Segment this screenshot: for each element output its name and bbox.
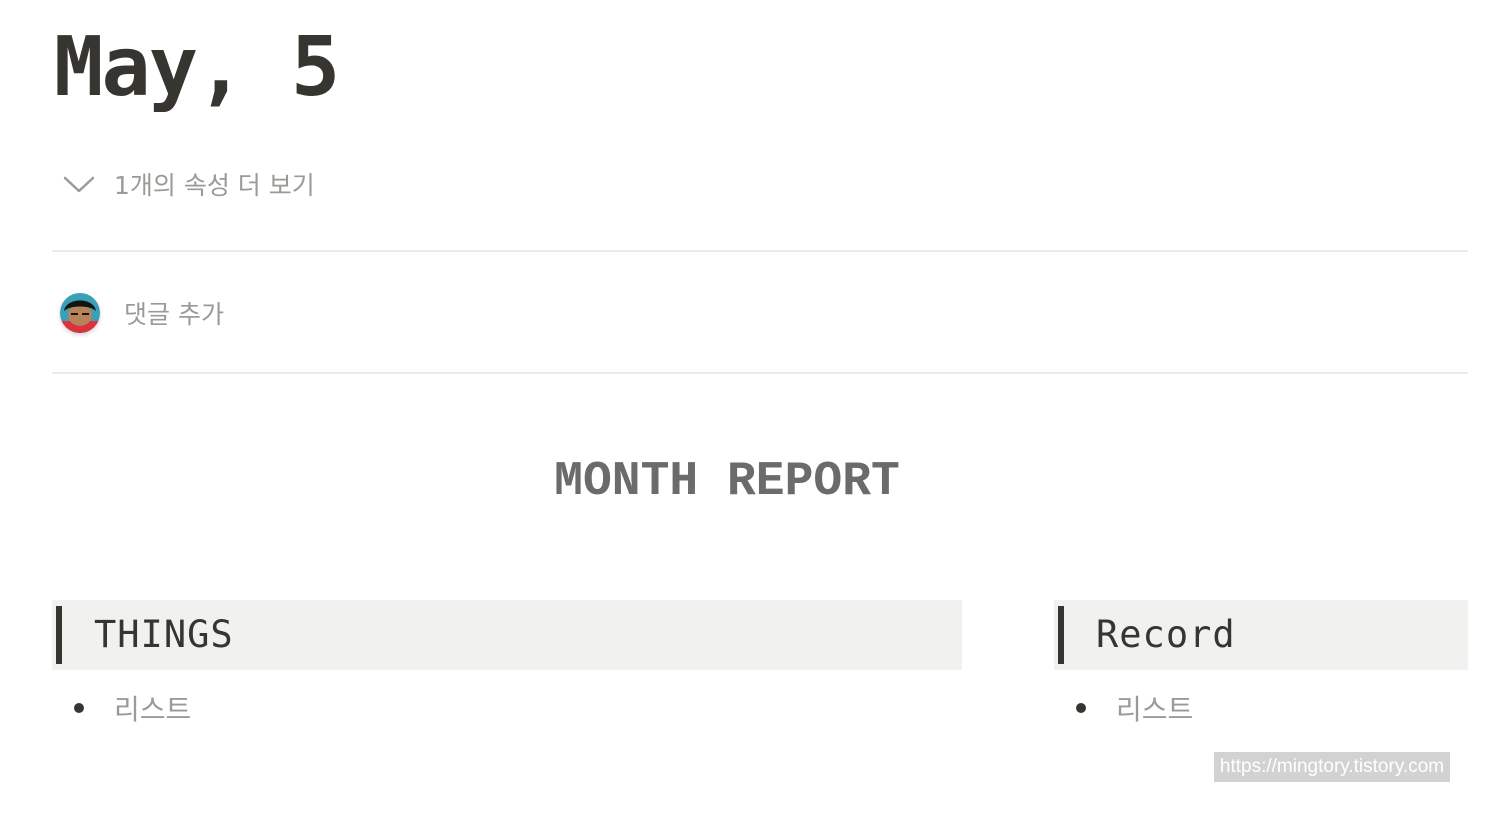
divider — [52, 372, 1468, 374]
more-properties-label: 1개의 속성 더 보기 — [114, 171, 315, 200]
more-properties-toggle[interactable]: 1개의 속성 더 보기 — [60, 164, 315, 204]
callout-record[interactable]: Record — [1054, 600, 1468, 670]
avatar — [60, 293, 100, 333]
chevron-down-icon — [60, 164, 98, 204]
list-item[interactable]: 리스트 — [58, 688, 191, 728]
callout-heading: Record — [1096, 613, 1236, 656]
divider — [52, 250, 1468, 252]
list-item-text: 리스트 — [114, 693, 192, 726]
list-item-text: 리스트 — [1116, 693, 1194, 726]
callout-things[interactable]: THINGS — [52, 600, 962, 670]
report-title[interactable]: MONTH REPORT — [0, 452, 1454, 512]
bullet-icon — [1076, 703, 1086, 713]
bullet-icon — [74, 703, 84, 713]
callout-accent-bar — [1058, 606, 1064, 664]
list-item[interactable]: 리스트 — [1060, 688, 1193, 728]
add-comment-input[interactable]: 댓글 추가 — [124, 295, 224, 331]
callout-accent-bar — [56, 606, 62, 664]
watermark: https://mingtory.tistory.com — [1214, 752, 1450, 782]
comment-row: 댓글 추가 — [60, 290, 224, 336]
page-title[interactable]: May, 5 — [54, 18, 340, 118]
callout-heading: THINGS — [94, 613, 234, 656]
